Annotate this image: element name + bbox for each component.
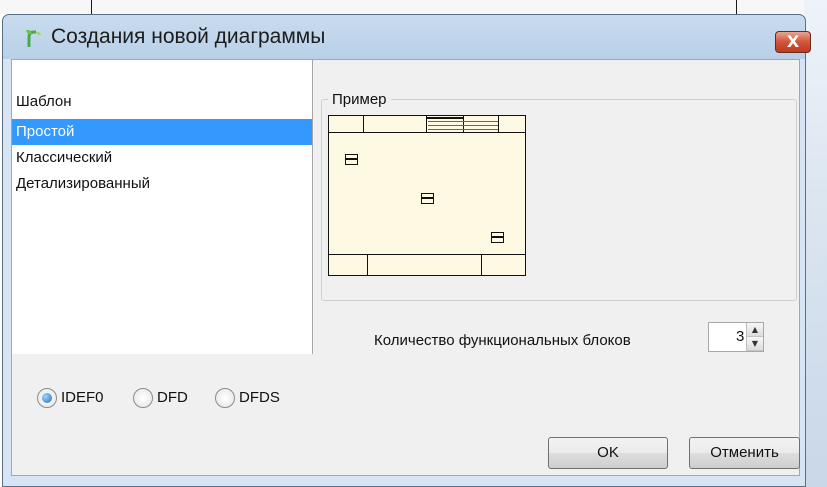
radio-unchecked-icon[interactable]: [215, 388, 235, 408]
block-count-label: Количество функциональных блоков: [374, 332, 631, 349]
radio-dfd-label[interactable]: DFD: [157, 389, 188, 406]
background-line: [736, 0, 737, 14]
stepper-down-icon[interactable]: ▼: [747, 337, 763, 351]
background-window: [0, 0, 827, 14]
preview-function-block: [421, 193, 434, 204]
new-diagram-dialog: Создания новой диаграммы X Шаблон Просто…: [2, 14, 811, 487]
preview-footer-divider: [367, 254, 368, 275]
preview-function-block: [491, 232, 504, 243]
radio-dfds-label[interactable]: DFDS: [239, 389, 280, 406]
preview-header-rule: [428, 125, 498, 126]
preview-panel: Пример: [314, 88, 799, 354]
diagram-preview: [328, 115, 526, 276]
preview-function-block: [345, 154, 358, 165]
close-button[interactable]: X: [775, 31, 811, 53]
dialog-body: Шаблон Простой Классический Детализирова…: [11, 59, 800, 476]
preview-header-block: [427, 117, 463, 119]
app-logo-icon: [26, 29, 41, 47]
template-item-simple[interactable]: Простой: [12, 119, 312, 145]
ok-button[interactable]: OK: [548, 437, 668, 469]
preview-header-rule: [428, 121, 498, 122]
block-count-stepper[interactable]: 3 ▲ ▼: [708, 322, 764, 352]
close-icon: X: [786, 32, 800, 51]
template-label: Шаблон: [16, 93, 72, 110]
template-item-detailed[interactable]: Детализированный: [12, 171, 312, 197]
example-groupbox: Пример: [321, 91, 797, 301]
title-bar[interactable]: Создания новой диаграммы X: [3, 15, 811, 59]
radio-checked-icon[interactable]: [37, 388, 57, 408]
background-window-edge: [804, 0, 827, 487]
template-panel: Шаблон Простой Классический Детализирова…: [12, 60, 313, 354]
preview-footer-line: [329, 254, 525, 255]
radio-unchecked-icon[interactable]: [133, 388, 153, 408]
preview-footer-divider: [481, 254, 482, 275]
example-label: Пример: [328, 91, 391, 108]
block-count-value[interactable]: 3: [736, 328, 744, 345]
template-item-classic[interactable]: Классический: [12, 145, 312, 171]
preview-header-divider: [363, 116, 364, 132]
preview-header-rule: [428, 129, 498, 130]
preview-header-line: [329, 132, 525, 133]
background-line: [91, 0, 92, 14]
template-list[interactable]: Простой Классический Детализированный: [12, 119, 312, 197]
radio-idef0-label[interactable]: IDEF0: [61, 389, 104, 406]
preview-header-divider: [498, 116, 499, 132]
stepper-buttons: ▲ ▼: [746, 323, 763, 351]
dialog-title: Создания новой диаграммы: [51, 25, 326, 48]
cancel-button[interactable]: Отменить: [689, 437, 800, 469]
stepper-up-icon[interactable]: ▲: [747, 323, 763, 337]
